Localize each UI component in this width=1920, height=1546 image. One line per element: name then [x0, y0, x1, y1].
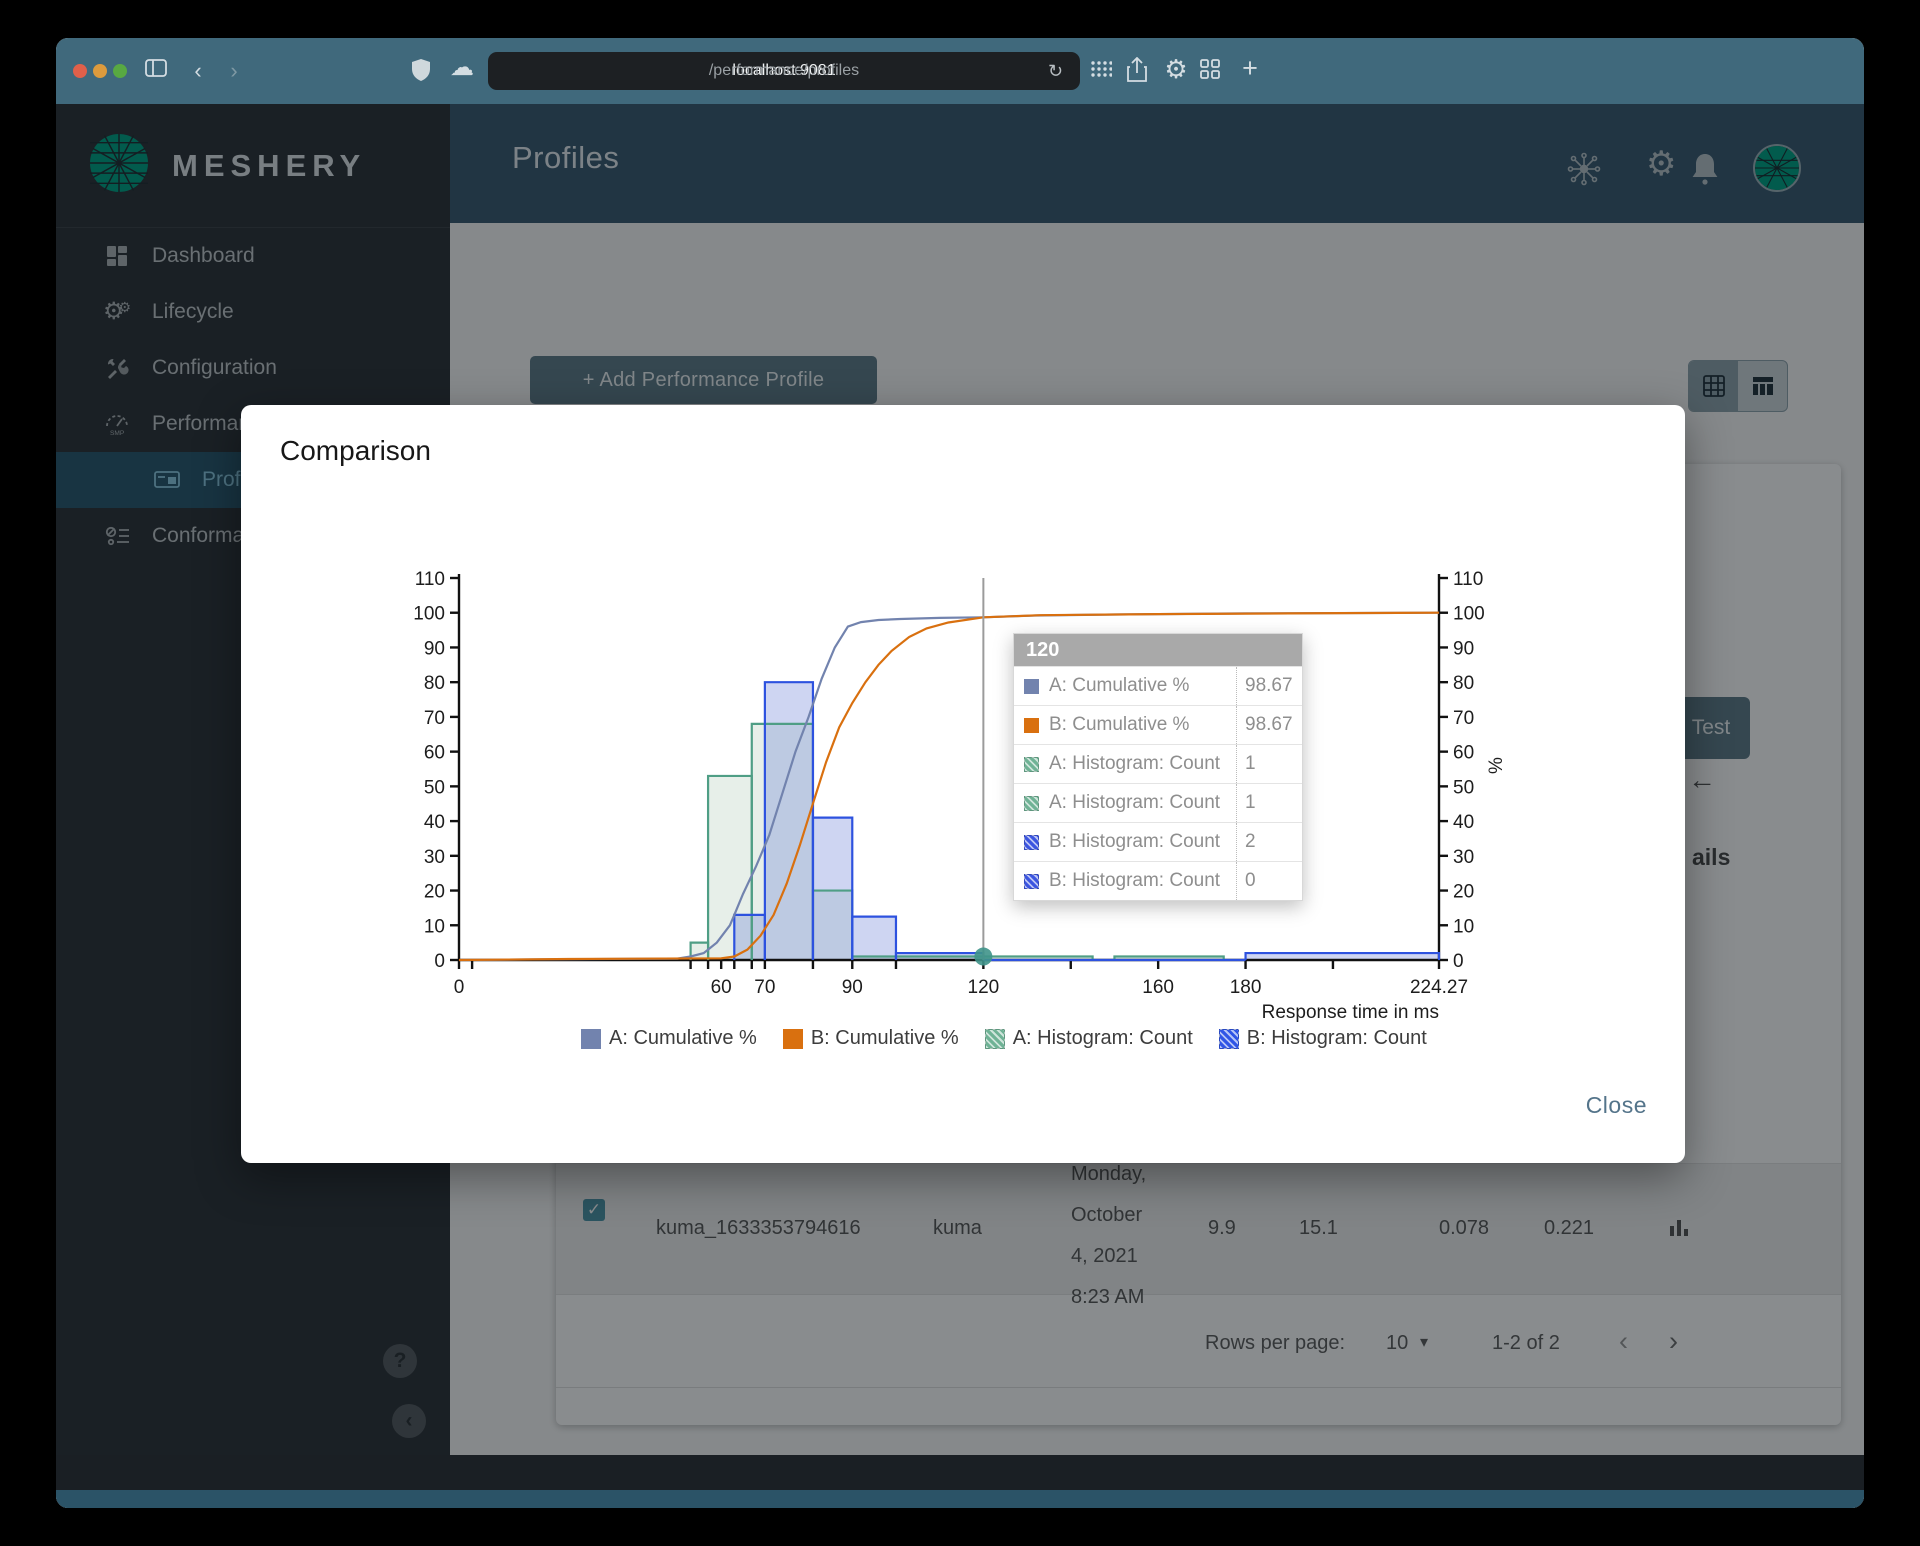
legend-swatch — [1218, 1028, 1239, 1049]
svg-text:50: 50 — [1453, 777, 1474, 798]
url-path: /performance/profiles — [708, 62, 860, 79]
svg-text:120: 120 — [968, 977, 1000, 998]
svg-text:160: 160 — [1142, 977, 1174, 998]
svg-text:90: 90 — [1453, 638, 1474, 659]
legend-swatch — [581, 1028, 601, 1049]
legend-item-a-histogram[interactable]: A: Histogram: Count — [984, 1027, 1193, 1050]
comparison-modal: Comparison 0 0 10 10 20 20 30 30 40 40 50 50 60 60 70 7… — [241, 405, 1685, 1163]
svg-text:90: 90 — [842, 977, 863, 998]
svg-text:30: 30 — [424, 847, 445, 868]
svg-text:70: 70 — [1453, 708, 1474, 729]
legend-swatch — [984, 1028, 1005, 1049]
svg-text:90: 90 — [424, 638, 445, 659]
svg-text:50: 50 — [424, 777, 445, 798]
svg-text:40: 40 — [424, 812, 445, 833]
comparison-chart[interactable]: 0 010 1020 2030 3040 4050 5060 6070 7080 8090 9010… — [380, 560, 1530, 1070]
svg-text:110: 110 — [1453, 569, 1483, 590]
svg-text:0: 0 — [454, 977, 465, 998]
browser-window: ‹ › ☁ localhost:9081/performance/profile… — [56, 38, 1864, 1508]
legend-item-b-cumulative[interactable]: B: Cumulative % — [782, 1027, 959, 1050]
tooltip-swatch — [1024, 873, 1039, 889]
browser-toolbar: ‹ › ☁ localhost:9081/performance/profile… — [56, 38, 1864, 104]
modal-title: Comparison — [280, 435, 431, 466]
svg-text:0: 0 — [434, 951, 445, 972]
tooltip-swatch — [1024, 678, 1039, 694]
address-bar[interactable]: localhost:9081/performance/profiles — [488, 52, 1080, 90]
svg-text:70: 70 — [754, 977, 775, 998]
tooltip-row: B: Histogram: Count 0 — [1014, 861, 1302, 900]
svg-text:20: 20 — [424, 882, 445, 903]
back-button[interactable]: ‹ — [184, 57, 212, 85]
forward-button[interactable]: › — [220, 57, 248, 85]
settings-gear-icon[interactable]: ⚙ — [1162, 55, 1190, 83]
svg-text:100: 100 — [1453, 604, 1485, 625]
svg-text:60: 60 — [711, 977, 732, 998]
svg-text:10: 10 — [424, 916, 445, 937]
chart-tooltip: 120 A: Cumulative % 98.67 B: Cumulative … — [1013, 633, 1303, 901]
svg-text:110: 110 — [415, 569, 445, 590]
svg-text:80: 80 — [424, 673, 445, 694]
legend-swatch — [782, 1028, 803, 1049]
window-close-button[interactable] — [73, 64, 87, 78]
chart-legend: A: Cumulative % B: Cumulative % A: Histo… — [581, 1027, 1427, 1050]
svg-text:%: % — [1486, 757, 1507, 774]
app-page: Profiles ⚙ MESHERY Dashboard ⚙ ⚙ Lifecyc… — [56, 104, 1864, 1508]
tooltip-swatch — [1024, 834, 1039, 850]
svg-text:40: 40 — [1453, 812, 1474, 833]
svg-text:10: 10 — [1453, 916, 1474, 937]
tooltip-row: B: Histogram: Count 2 — [1014, 822, 1302, 861]
tooltip-row: A: Histogram: Count 1 — [1014, 783, 1302, 822]
tooltip-row: A: Cumulative % 98.67 — [1014, 666, 1302, 705]
svg-text:60: 60 — [1453, 743, 1474, 764]
svg-text:180: 180 — [1230, 977, 1262, 998]
svg-text:100: 100 — [413, 604, 445, 625]
close-modal-button[interactable]: Close — [1586, 1092, 1647, 1119]
svg-text:Response time in ms: Response time in ms — [1262, 1002, 1439, 1023]
tooltip-swatch — [1024, 756, 1039, 772]
svg-text:0: 0 — [1453, 951, 1464, 972]
svg-text:70: 70 — [424, 708, 445, 729]
new-tab-icon[interactable]: + — [1236, 54, 1264, 82]
svg-text:30: 30 — [1453, 847, 1474, 868]
svg-text:80: 80 — [1453, 673, 1474, 694]
legend-item-b-histogram[interactable]: B: Histogram: Count — [1218, 1027, 1427, 1050]
tooltip-row: B: Cumulative % 98.67 — [1014, 705, 1302, 744]
svg-text:224.27: 224.27 — [1410, 977, 1468, 998]
window-zoom-button[interactable] — [113, 64, 127, 78]
cloud-icon[interactable]: ☁ — [448, 54, 476, 82]
tooltip-row: A: Histogram: Count 1 — [1014, 744, 1302, 783]
legend-item-a-cumulative[interactable]: A: Cumulative % — [581, 1027, 757, 1050]
svg-text:20: 20 — [1453, 882, 1474, 903]
svg-text:60: 60 — [424, 743, 445, 764]
reload-icon[interactable]: ↻ — [1048, 61, 1063, 82]
tooltip-swatch — [1024, 795, 1039, 811]
tooltip-header: 120 — [1014, 634, 1302, 666]
window-minimize-button[interactable] — [93, 64, 107, 78]
tooltip-swatch — [1024, 717, 1039, 733]
